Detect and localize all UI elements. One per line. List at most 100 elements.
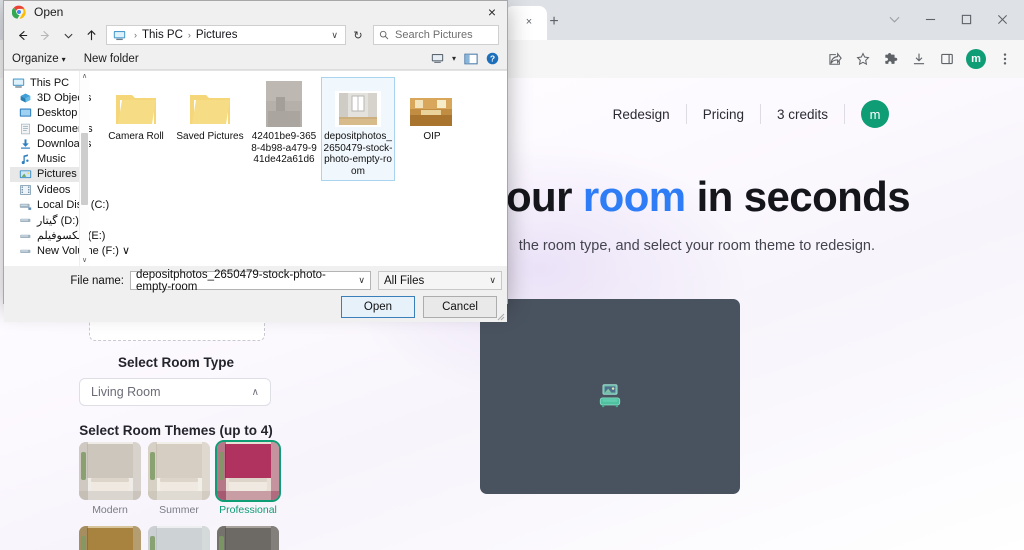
chrome-logo-icon: [11, 5, 26, 19]
breadcrumb-dropdown-icon[interactable]: ∨: [331, 30, 341, 41]
site-user-avatar[interactable]: m: [861, 100, 889, 128]
back-icon[interactable]: [12, 25, 32, 45]
tree-scrollbar[interactable]: ∧ ∨: [80, 71, 89, 266]
room-themes-title: Select Room Themes (up to 4): [79, 423, 273, 438]
theme-thumbnail: [79, 526, 141, 550]
file-name-input[interactable]: depositphotos_2650479-stock-photo-empty-…: [130, 269, 371, 293]
tree-item-label: Local Disk (C:): [37, 199, 110, 212]
theme-option[interactable]: [79, 526, 141, 550]
file-item[interactable]: 42401be9-3658-4b98-a479-941de42a61d6: [247, 77, 321, 181]
tree-item-downloads[interactable]: Downloads: [10, 136, 91, 151]
chevron-down-icon: ▾: [61, 54, 66, 64]
tree-item-documents[interactable]: Documents: [10, 121, 93, 136]
videos-icon: [19, 184, 32, 196]
tree-item-label: Videos: [37, 183, 71, 196]
theme-option[interactable]: [148, 526, 210, 550]
toolbar-icon-group: m: [822, 40, 1018, 78]
new-tab-button[interactable]: +: [545, 13, 563, 31]
file-open-dialog: Open × › This PC › Pictures ∨ ↻ Search P…: [3, 0, 508, 322]
nav-credits[interactable]: 3 credits: [761, 107, 844, 122]
local-disk-icon: [19, 199, 32, 211]
open-button[interactable]: Open: [341, 296, 415, 318]
theme-option-professional[interactable]: Professional: [217, 442, 279, 516]
tree-item-new-volume-f[interactable]: New Volume (F:) ∨: [10, 243, 130, 258]
room-type-title: Select Room Type: [117, 355, 235, 370]
file-type-dropdown-icon[interactable]: ∨: [489, 275, 496, 286]
tree-item-d[interactable]: گیتار (D:): [10, 213, 89, 228]
sofa-image-placeholder-icon: [599, 383, 621, 407]
nav-link-redesign[interactable]: Redesign: [597, 107, 686, 122]
breadcrumb-bar[interactable]: › This PC › Pictures ∨: [106, 25, 346, 45]
room-type-select[interactable]: Living Room ∧: [79, 378, 271, 406]
bookmark-star-icon[interactable]: [850, 46, 876, 72]
side-panel-icon[interactable]: [934, 46, 960, 72]
tree-item-local-disk-c[interactable]: Local Disk (C:): [10, 197, 109, 212]
new-folder-button[interactable]: New folder: [84, 53, 139, 65]
scrollbar-thumb[interactable]: [81, 133, 88, 205]
resize-grip-icon[interactable]: [495, 311, 505, 321]
file-label: depositphotos_2650479-stock-photo-empty-…: [323, 131, 393, 177]
file-name-dropdown-icon[interactable]: ∨: [358, 275, 365, 286]
headline-accent: room: [582, 173, 686, 220]
search-icon: [379, 30, 389, 40]
theme-thumbnail: [148, 442, 210, 500]
downloads-icon[interactable]: [906, 46, 932, 72]
folder-item[interactable]: Saved Pictures: [173, 77, 247, 181]
scroll-up-icon[interactable]: ∧: [80, 71, 89, 82]
file-label: Saved Pictures: [176, 131, 244, 142]
file-label: Camera Roll: [108, 131, 164, 142]
organize-button[interactable]: Organize ▾: [12, 53, 66, 65]
breadcrumb-this-pc[interactable]: This PC: [142, 29, 183, 41]
file-list: Camera Roll Saved Pictures 42401be9-3658-4…: [89, 71, 507, 266]
tree-item-3d-objects[interactable]: 3D Objects: [10, 90, 91, 105]
search-placeholder: Search Pictures: [395, 29, 473, 41]
maximize-icon[interactable]: [948, 5, 984, 33]
preview-pane-icon[interactable]: [464, 53, 478, 65]
chrome-menu-icon[interactable]: [992, 46, 1018, 72]
tree-item-this-pc[interactable]: This PC: [10, 75, 89, 90]
3d-objects-icon: [19, 92, 32, 104]
up-one-level-icon[interactable]: [81, 25, 101, 45]
dialog-title-bar[interactable]: Open ×: [4, 1, 507, 22]
drive-icon: [19, 214, 32, 226]
breadcrumb-pictures[interactable]: Pictures: [196, 29, 238, 41]
tree-item-e[interactable]: عکسوفیلم (E:): [10, 228, 105, 243]
view-caret-icon[interactable]: ▾: [452, 54, 456, 63]
tree-item-label: Desktop: [37, 107, 78, 120]
tree-item-pictures[interactable]: Pictures: [10, 166, 89, 183]
tab-close-icon[interactable]: ×: [523, 16, 535, 28]
nav-link-pricing[interactable]: Pricing: [687, 107, 760, 122]
tree-item-videos[interactable]: Videos: [10, 182, 89, 197]
file-type-select[interactable]: All Files ∨: [378, 271, 502, 290]
extensions-icon[interactable]: [878, 46, 904, 72]
theme-thumbnail: [217, 526, 279, 550]
view-layout-icon[interactable]: [431, 53, 444, 64]
search-input[interactable]: Search Pictures: [373, 25, 499, 45]
file-type-value: All Files: [384, 274, 425, 287]
profile-avatar[interactable]: m: [966, 49, 986, 69]
cancel-button[interactable]: Cancel: [423, 296, 497, 318]
theme-option-modern[interactable]: Modern: [79, 442, 141, 516]
tab-search-icon[interactable]: [876, 5, 912, 33]
help-icon[interactable]: ?: [486, 52, 499, 65]
tree-item-label: Pictures: [37, 168, 77, 181]
pc-icon: [12, 77, 25, 89]
theme-option[interactable]: [217, 526, 279, 550]
theme-option-summer[interactable]: Summer: [148, 442, 210, 516]
tree-item-desktop[interactable]: Desktop: [10, 106, 89, 121]
image-preview-panel: [480, 299, 740, 494]
refresh-icon[interactable]: ↻: [349, 25, 367, 45]
folder-item[interactable]: Camera Roll: [99, 77, 173, 181]
close-window-icon[interactable]: [984, 5, 1020, 33]
tree-item-music[interactable]: Music: [10, 151, 89, 166]
minimize-icon[interactable]: [912, 5, 948, 33]
file-item[interactable]: depositphotos_2650479-stock-photo-empty-…: [321, 77, 395, 181]
file-name-row: File name: depositphotos_2650479-stock-p…: [4, 269, 507, 293]
file-item[interactable]: OIP: [395, 77, 469, 181]
desktop-icon: [19, 107, 32, 119]
dialog-close-icon[interactable]: ×: [477, 1, 507, 22]
recent-locations-icon[interactable]: [58, 25, 78, 45]
share-icon[interactable]: [822, 46, 848, 72]
scroll-down-icon[interactable]: ∨: [80, 255, 89, 266]
file-label: 42401be9-3658-4b98-a479-941de42a61d6: [251, 131, 317, 165]
